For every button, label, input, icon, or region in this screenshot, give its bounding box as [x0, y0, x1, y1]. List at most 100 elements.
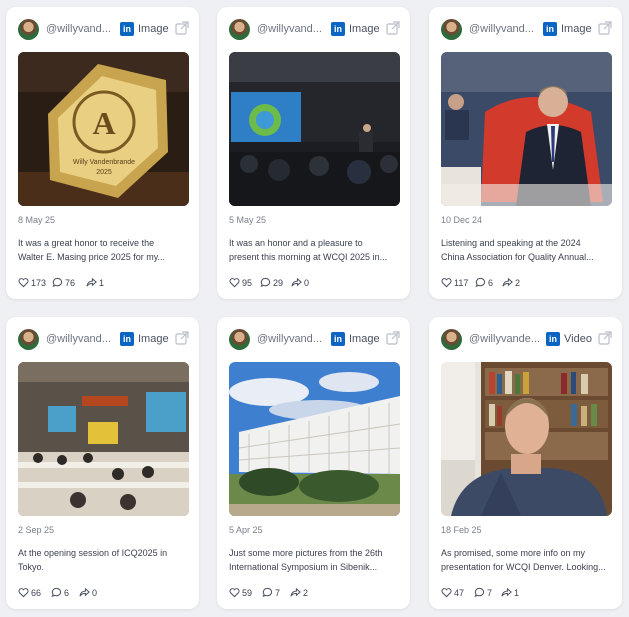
comments-count: 6 [488, 278, 494, 288]
post-excerpt-line: Walter E. Masing price 2025 for my... [18, 252, 166, 262]
shares-count: 1 [99, 278, 105, 288]
heart-icon [441, 588, 452, 598]
heart-icon [229, 278, 240, 288]
post-excerpt[interactable]: Listening and speaking at the 2024 China… [441, 236, 609, 264]
post-header: @willyvand... in Image [18, 19, 189, 41]
post-image-conference[interactable] [229, 52, 400, 206]
author-handle[interactable]: @willyvand... [257, 23, 322, 35]
shares-count: 2 [515, 278, 521, 288]
post-header: @willyvand... in Image [229, 19, 400, 41]
post-date: 5 Apr 25 [229, 525, 263, 535]
likes-count: 173 [31, 278, 47, 288]
heart-icon [18, 588, 29, 598]
shares-count: 0 [304, 278, 310, 288]
avatar[interactable] [441, 329, 462, 350]
post-card[interactable]: @willyvand... in Image [217, 317, 410, 609]
post-type-label: Image [349, 23, 380, 35]
post-excerpt-line: present this morning at WCQI 2025 in... [229, 252, 388, 262]
comment-icon [262, 587, 273, 598]
award-year-text: 2025 [96, 169, 112, 176]
post-excerpt[interactable]: As promised, some more info on my presen… [441, 546, 609, 574]
post-card[interactable]: @willyvand... in Image [6, 317, 199, 609]
post-excerpt[interactable]: It was a great honor to receive the Walt… [18, 236, 186, 264]
post-excerpt-line: China Association for Quality Annual... [441, 252, 594, 262]
linkedin-icon: in [331, 22, 345, 36]
shares-count: 2 [303, 588, 309, 598]
post-excerpt-line: Listening and speaking at the 2024 [441, 238, 581, 248]
post-image-award[interactable]: A Willy Vandenbrande 2025 [18, 52, 189, 206]
post-grid: @willyvand... in Image A Willy Vandenbra… [0, 0, 629, 617]
comments-count: 6 [64, 588, 70, 598]
post-image-hall[interactable] [18, 362, 189, 516]
post-date: 18 Feb 25 [441, 525, 482, 535]
avatar[interactable] [18, 329, 39, 350]
comments-count: 7 [487, 588, 493, 598]
heart-icon [18, 278, 29, 288]
author-handle[interactable]: @willyvand... [469, 23, 534, 35]
svg-text:A: A [92, 105, 115, 141]
post-date: 5 May 25 [229, 215, 267, 225]
award-name-text: Willy Vandenbrande [73, 159, 135, 166]
post-header: @willyvand... in Image [441, 19, 612, 41]
author-handle[interactable]: @willyvande... [469, 333, 540, 345]
external-link-icon[interactable] [175, 331, 189, 345]
post-image-building[interactable] [229, 362, 400, 516]
avatar[interactable] [441, 19, 462, 40]
avatar[interactable] [229, 329, 250, 350]
linkedin-icon: in [543, 22, 557, 36]
post-excerpt[interactable]: Just some more pictures from the 26th In… [229, 546, 397, 574]
linkedin-icon: in [120, 332, 134, 346]
post-header: @willyvande... in Video [441, 329, 612, 351]
post-header: @willyvand... in Image [18, 329, 189, 351]
post-type-label: Video [564, 333, 592, 345]
comment-icon [260, 277, 271, 288]
external-link-icon[interactable] [598, 331, 612, 345]
post-card[interactable]: @willyvande... in Video 18 Feb 25 As pro… [429, 317, 622, 609]
shares-count: 1 [514, 588, 520, 598]
post-card[interactable]: @willyvand... in Image A Willy Vandenbra… [6, 7, 199, 299]
post-excerpt-line: International Symposium in Sibenik... [229, 562, 378, 572]
share-icon [502, 277, 513, 287]
share-icon [86, 277, 97, 287]
avatar[interactable] [18, 19, 39, 40]
author-handle[interactable]: @willyvand... [257, 333, 322, 345]
linkedin-icon: in [331, 332, 345, 346]
comments-count: 29 [273, 278, 284, 288]
post-card[interactable]: @willyvand... in Image [217, 7, 410, 299]
author-handle[interactable]: @willyvand... [46, 333, 111, 345]
post-video-thumbnail[interactable] [441, 362, 612, 516]
external-link-icon[interactable] [175, 21, 189, 35]
share-icon [501, 587, 512, 597]
post-excerpt-line: Just some more pictures from the 26th [229, 548, 383, 558]
comment-icon [52, 277, 63, 288]
author-handle[interactable]: @willyvand... [46, 23, 111, 35]
external-link-icon[interactable] [386, 331, 400, 345]
heart-icon [229, 588, 240, 598]
shares-count: 0 [92, 588, 98, 598]
post-date: 2 Sep 25 [18, 525, 55, 535]
post-excerpt-line: It was a great honor to receive the [18, 238, 155, 248]
post-excerpt-line: As promised, some more info on my [441, 548, 586, 558]
post-type-label: Image [138, 23, 169, 35]
post-excerpt-line: It was an honor and a pleasure to [229, 238, 363, 248]
comment-icon [475, 277, 486, 288]
post-type-label: Image [349, 333, 380, 345]
post-header: @willyvand... in Image [229, 329, 400, 351]
likes-count: 59 [242, 588, 253, 598]
likes-count: 47 [454, 588, 465, 598]
post-excerpt[interactable]: At the opening session of ICQ2025 in Tok… [18, 546, 186, 574]
post-type-label: Image [138, 333, 169, 345]
post-card[interactable]: @willyvand... in Image [429, 7, 622, 299]
external-link-icon[interactable] [386, 21, 400, 35]
likes-count: 95 [242, 278, 253, 288]
post-image-speaker[interactable] [441, 52, 612, 206]
post-excerpt[interactable]: It was an honor and a pleasure to presen… [229, 236, 397, 264]
share-icon [291, 277, 302, 287]
external-link-icon[interactable] [598, 21, 612, 35]
share-icon [290, 587, 301, 597]
linkedin-icon: in [546, 332, 560, 346]
post-date: 8 May 25 [18, 215, 56, 225]
comments-count: 7 [275, 588, 281, 598]
avatar[interactable] [229, 19, 250, 40]
post-excerpt-line: Tokyo. [18, 562, 45, 572]
